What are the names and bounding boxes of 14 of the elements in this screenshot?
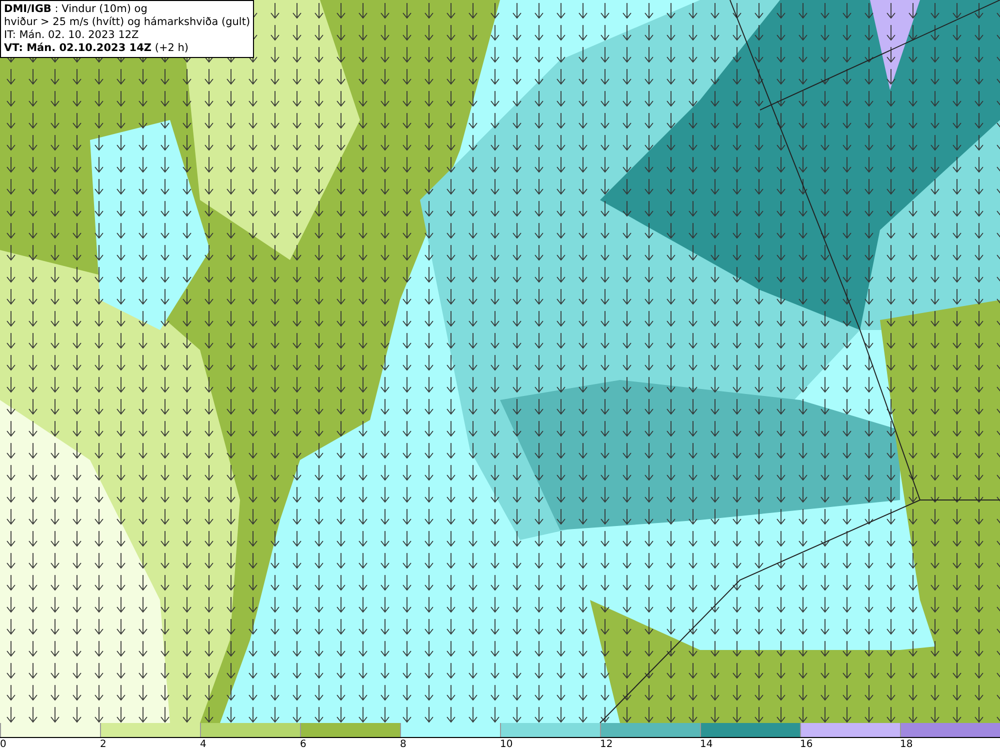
info-text: IT: Mán. 02. 10. 2023 12Z: [4, 29, 140, 42]
legend-label: 4: [200, 738, 208, 752]
legend-label: 0: [0, 738, 8, 752]
info-text: DMI/IGB : Vindur (10m) og: [4, 3, 148, 16]
legend-label: 8: [400, 738, 408, 752]
legend-label: 10: [500, 738, 514, 752]
info-text: VT: Mán. 02.10.2023 14Z (+2 h): [4, 42, 190, 55]
legend-label: 2: [100, 738, 108, 752]
legend-label: 18: [900, 738, 914, 752]
legend-label: 16: [800, 738, 814, 752]
legend-label: 6: [300, 738, 308, 752]
legend-label: 12: [600, 738, 614, 752]
legend-label: 14: [700, 738, 714, 752]
info-text: hviður > 25 m/s (hvítt) og hámarkshviða (gult): [4, 16, 250, 29]
